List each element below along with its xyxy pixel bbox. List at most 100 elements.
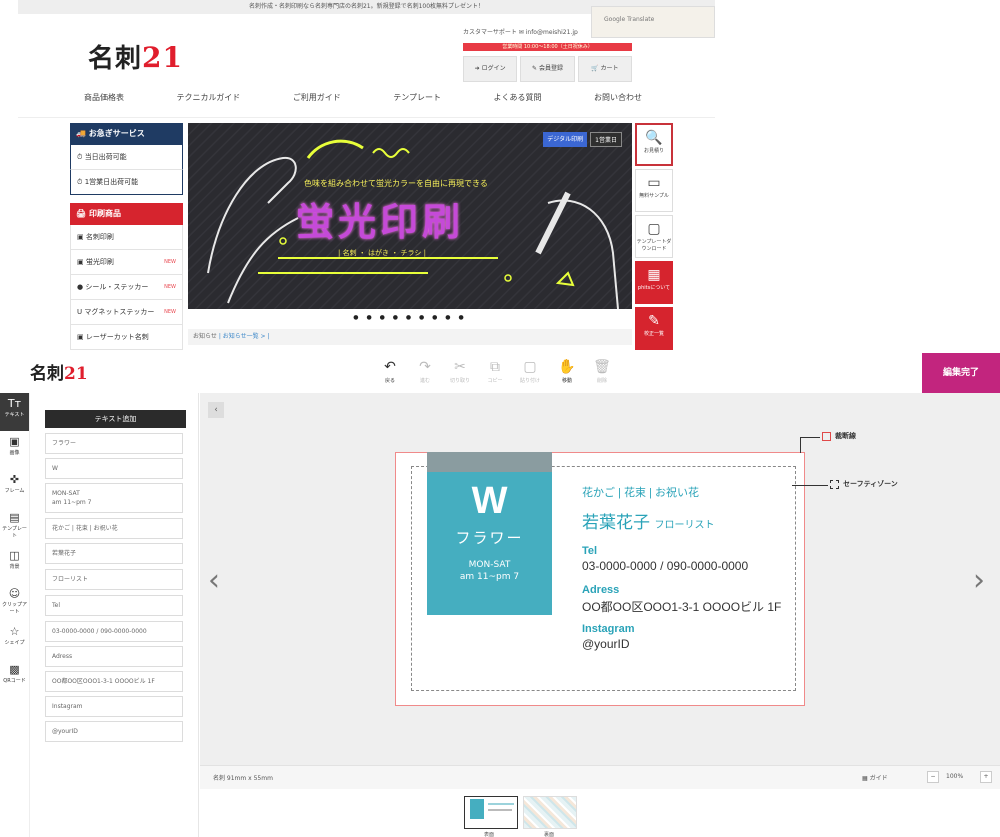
redo-button[interactable]: ↷ 進む <box>408 357 442 393</box>
text-field-3[interactable]: MON-SAT am 11~pm 7 <box>45 483 183 513</box>
card-name-line[interactable]: 若葉花子 フローリスト <box>582 508 714 533</box>
tool-qrcode[interactable]: ▩ QRコード <box>0 659 29 697</box>
login-button[interactable]: ➜ ログイン <box>463 56 518 82</box>
thumbnail-back[interactable] <box>523 796 577 829</box>
edit-icon: ✎ <box>648 313 660 329</box>
nav-template[interactable]: テンプレート <box>387 92 447 110</box>
sidebar-item-meishi[interactable]: ▣ 名刺印刷 <box>70 225 183 250</box>
rail-proof-list[interactable]: ✎ 校正一覧 <box>635 307 673 350</box>
tool-template[interactable]: ▤ テンプレート <box>0 507 29 545</box>
template-icon: ▤ <box>9 511 20 524</box>
star-icon: ☆ <box>9 625 20 638</box>
rail-free-sample[interactable]: ▭ 無料サンプル <box>635 169 673 212</box>
nav-faq[interactable]: よくある質問 <box>487 92 547 110</box>
card-tel-label[interactable]: Tel <box>582 545 597 557</box>
tool-label: テキスト <box>4 412 25 418</box>
nav-usage-guide[interactable]: ご利用ガイド <box>287 92 347 110</box>
editor-logo[interactable]: 名刺21 <box>30 359 88 384</box>
text-field-1[interactable]: フラワー <box>45 433 183 454</box>
news-list-link[interactable]: | お知らせ一覧 > | <box>219 333 270 340</box>
card-address-label[interactable]: Adress <box>582 584 619 596</box>
collapse-panel-button[interactable]: ‹ <box>208 402 224 418</box>
sidebar-item-fluorescent[interactable]: ▣ 蛍光印刷 NEW <box>70 250 183 275</box>
google-translate[interactable]: Google Translate <box>591 6 715 38</box>
sidebar-item-one-day[interactable]: ⏱ 1営業日出荷可能 <box>70 170 183 195</box>
card-name: 若葉花子 <box>582 513 650 532</box>
cut-button[interactable]: ✂ 切り取り <box>443 357 477 393</box>
banner-tagline: 色味を組み合わせて蛍光カラーを自由に再現できる <box>304 179 488 188</box>
card-title: フローリスト <box>654 520 715 531</box>
text-field-12[interactable]: @yourID <box>45 721 183 742</box>
safe-zone-text: セーフティゾーン <box>843 480 898 488</box>
sidebar-item-lasercut[interactable]: ▣ レーザーカット名刺 <box>70 325 183 350</box>
text-field-7[interactable]: Tel <box>45 595 183 616</box>
register-button[interactable]: ✎ 会員登録 <box>520 56 575 82</box>
card-services[interactable]: 花かご | 花束 | お祝い花 <box>582 484 699 500</box>
hand-icon: ✋ <box>558 359 576 375</box>
tool-text[interactable]: Tт テキスト <box>0 393 29 431</box>
move-button[interactable]: ✋ 移動 <box>550 357 584 393</box>
hero-banner[interactable]: デジタル印刷 1営業日 色味を組み合わせて蛍光カラーを自由に再現できる 蛍光印刷… <box>188 123 632 309</box>
tool-shape[interactable]: ☆ シェイプ <box>0 621 29 659</box>
tool-frame[interactable]: ✜ フレーム <box>0 469 29 507</box>
rail-estimate[interactable]: 🔍 お見積り <box>635 123 673 166</box>
paste-button[interactable]: ▢ 貼り付け <box>513 357 547 393</box>
text-field-2[interactable]: W <box>45 458 183 479</box>
card-address[interactable]: OO都OO区OOO1-3-1 OOOOビル 1F <box>582 598 781 615</box>
logo-number: 21 <box>64 364 88 384</box>
sidebar-item-sticker[interactable]: ● シール・ステッカー NEW <box>70 275 183 300</box>
site-logo[interactable]: 名刺21 <box>88 38 183 75</box>
text-field-8[interactable]: 03-0000-0000 / 090-0000-0000 <box>45 621 183 642</box>
text-field-6[interactable]: フローリスト <box>45 569 183 590</box>
translate-label: Google Translate <box>604 16 655 23</box>
rail-phits[interactable]: ▦ phitsについて <box>635 261 673 304</box>
website-screenshot: 名刺作成・名刺印刷なら名刺専門店の名刺21。新規登録で名刺100枚無料プレゼント… <box>18 0 715 353</box>
tool-label: シェイプ <box>4 640 25 646</box>
prev-side-arrow[interactable]: ‹ <box>208 563 220 598</box>
tool-image[interactable]: ▣ 画像 <box>0 431 29 469</box>
tool-clipart[interactable]: ☺ クリップアート <box>0 583 29 621</box>
text-field-9[interactable]: Adress <box>45 646 183 667</box>
thumbnail-front[interactable] <box>464 796 518 829</box>
sidebar-item-magnet[interactable]: U マグネットステッカー NEW <box>70 300 183 325</box>
new-badge: NEW <box>164 284 176 290</box>
zoom-out-button[interactable]: − <box>927 771 939 783</box>
sidebar-item-same-day[interactable]: ⏱ 当日出荷可能 <box>70 145 183 170</box>
frame-icon: ✜ <box>9 473 20 486</box>
express-header: 🚚 お急ぎサービス <box>70 123 183 145</box>
nav-contact[interactable]: お問い合わせ <box>588 92 648 110</box>
header-buttons: ➜ ログイン ✎ 会員登録 🛒 カート <box>463 56 632 82</box>
text-field-5[interactable]: 若葉花子 <box>45 543 183 564</box>
tool-background[interactable]: ◫ 背景 <box>0 545 29 583</box>
guide-toggle[interactable]: ▦ ガイド <box>862 773 888 782</box>
business-card-canvas[interactable]: W フラワー MON-SAT am 11~pm 7 花かご | 花束 | お祝い… <box>395 452 805 706</box>
cut-line-leader-h <box>800 437 820 438</box>
finish-editing-button[interactable]: 編集完了 <box>922 353 1000 393</box>
nav-price-list[interactable]: 商品価格表 <box>78 92 130 110</box>
copy-button[interactable]: ⧉ コピー <box>478 357 512 393</box>
login-icon: ➜ <box>474 65 480 72</box>
trash-icon: 🗑 <box>593 359 611 375</box>
customer-support[interactable]: カスタマーサポート ✉ info@meishi21.jp <box>463 24 608 42</box>
card-hours-time: am 11~pm 7 <box>459 572 520 582</box>
text-field-4[interactable]: 花かご | 花束 | お祝い花 <box>45 518 183 539</box>
side-thumbnails: 表面 裏面 <box>200 789 1000 837</box>
card-logo-block[interactable]: W フラワー MON-SAT am 11~pm 7 <box>427 452 552 615</box>
undo-button[interactable]: ↶ 戻る <box>373 357 407 393</box>
cart-button[interactable]: 🛒 カート <box>577 56 632 82</box>
redo-icon: ↷ <box>419 359 431 375</box>
rail-template-download[interactable]: ▢ テンプレートダウンロード <box>635 215 673 258</box>
delete-button[interactable]: 🗑 削除 <box>585 357 619 393</box>
thumb-front-lines-2 <box>488 809 512 811</box>
card-tel[interactable]: 03-0000-0000 / 090-0000-0000 <box>582 559 748 573</box>
text-field-10[interactable]: OO都OO区OOO1-3-1 OOOOビル 1F <box>45 671 183 692</box>
card-instagram-label[interactable]: Instagram <box>582 623 635 635</box>
zoom-in-button[interactable]: + <box>980 771 992 783</box>
add-text-button[interactable]: テキスト追加 <box>45 410 186 428</box>
carousel-dots[interactable]: ● ● ● ● ● ● ● ● ● <box>188 311 632 325</box>
nav-technical-guide[interactable]: テクニカルガイド <box>170 92 246 110</box>
text-field-11[interactable]: Instagram <box>45 696 183 717</box>
card-instagram[interactable]: @yourID <box>582 637 630 651</box>
next-side-arrow[interactable]: › <box>973 563 985 598</box>
zoom-level: 100% <box>946 773 964 780</box>
